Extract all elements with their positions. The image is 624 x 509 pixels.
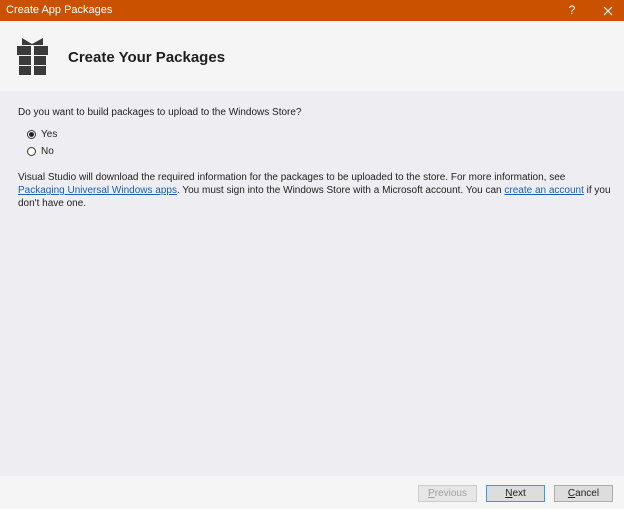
wizard-header: Create Your Packages (0, 21, 624, 91)
radio-yes-label: Yes (41, 129, 58, 140)
radio-yes[interactable]: Yes (27, 129, 57, 140)
gift-package-icon (17, 38, 48, 75)
previous-button[interactable]: Previous (418, 485, 477, 502)
next-button[interactable]: Next (486, 485, 545, 502)
packaging-link[interactable]: Packaging Universal Windows apps (18, 185, 177, 196)
wizard-footer: Previous Next Cancel (0, 476, 624, 509)
radio-no-indicator[interactable] (27, 147, 36, 156)
cancel-button[interactable]: Cancel (554, 485, 613, 502)
info-text: Visual Studio will download the required… (18, 171, 614, 210)
radio-yes-indicator[interactable] (27, 130, 36, 139)
info-text-part1: Visual Studio will download the required… (18, 172, 566, 183)
close-button[interactable] (596, 0, 620, 21)
window-title: Create App Packages (6, 4, 113, 16)
wizard-content: Do you want to build packages to upload … (0, 91, 624, 476)
title-bar: Create App Packages ? (0, 0, 624, 21)
page-title: Create Your Packages (68, 49, 226, 66)
store-question: Do you want to build packages to upload … (18, 107, 302, 118)
help-button[interactable]: ? (562, 0, 582, 21)
info-text-part2: . You must sign into the Windows Store w… (176, 185, 505, 196)
radio-no-label: No (41, 146, 54, 157)
create-account-link[interactable]: create an account (504, 185, 584, 196)
next-label: ext (512, 488, 526, 499)
previous-mnemonic: P (428, 488, 435, 499)
close-icon (603, 6, 613, 15)
cancel-label: ancel (575, 488, 600, 499)
previous-label: revious (434, 488, 467, 499)
radio-no[interactable]: No (27, 146, 54, 157)
